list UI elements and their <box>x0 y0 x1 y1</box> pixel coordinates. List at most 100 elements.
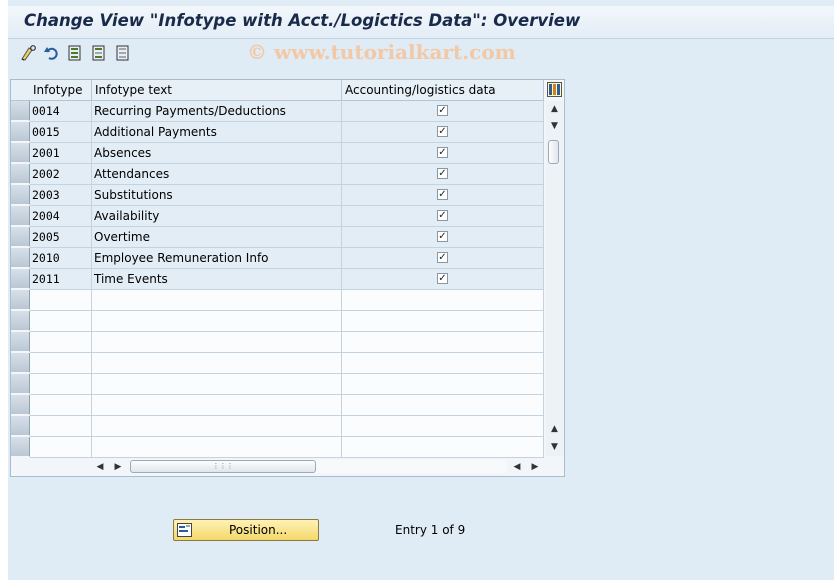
table-row[interactable]: 0015 Additional Payments ✓ <box>11 122 544 143</box>
scroll-up-top-icon[interactable]: ▲ <box>546 101 563 117</box>
table-row[interactable]: 2010 Employee Remuneration Info ✓ <box>11 248 544 269</box>
table-row[interactable] <box>11 374 544 395</box>
row-selector[interactable] <box>11 290 30 310</box>
cell-infotype[interactable] <box>30 290 92 311</box>
cell-infotype[interactable]: 2005 <box>30 227 92 248</box>
scroll-left-icon[interactable]: ◀ <box>93 459 107 475</box>
cell-infotype[interactable]: 0015 <box>30 122 92 143</box>
cell-infotype[interactable] <box>30 353 92 374</box>
table-row[interactable]: 2002 Attendances ✓ <box>11 164 544 185</box>
horizontal-scroll-thumb[interactable]: ⋮⋮⋮ <box>130 460 316 473</box>
cell-infotype-text[interactable] <box>92 437 342 458</box>
accounting-data-checkbox[interactable]: ✓ <box>437 105 448 116</box>
row-selector[interactable] <box>11 206 30 226</box>
cell-infotype-text[interactable]: Attendances <box>92 164 342 185</box>
cell-infotype[interactable]: 2003 <box>30 185 92 206</box>
scroll-up-bottom-icon[interactable]: ▲ <box>546 421 563 437</box>
scroll-down-top-icon[interactable]: ▼ <box>546 118 563 134</box>
cell-infotype[interactable]: 2001 <box>30 143 92 164</box>
select-all-icon[interactable] <box>66 44 84 62</box>
cell-infotype-text[interactable]: Employee Remuneration Info <box>92 248 342 269</box>
cell-infotype-text[interactable]: Recurring Payments/Deductions <box>92 101 342 122</box>
table-row[interactable]: 2001 Absences ✓ <box>11 143 544 164</box>
table-row[interactable] <box>11 416 544 437</box>
edit-glasses-icon[interactable] <box>20 44 38 62</box>
cell-infotype[interactable] <box>30 332 92 353</box>
row-selector[interactable] <box>11 311 30 331</box>
scroll-right-end-icon[interactable]: ▶ <box>528 459 542 475</box>
cell-infotype[interactable]: 2002 <box>30 164 92 185</box>
cell-infotype-text[interactable]: Absences <box>92 143 342 164</box>
cell-infotype-text[interactable]: Overtime <box>92 227 342 248</box>
cell-infotype-text[interactable]: Time Events <box>92 269 342 290</box>
cell-infotype[interactable] <box>30 416 92 437</box>
row-selector-header[interactable] <box>11 80 31 101</box>
row-selector[interactable] <box>11 101 30 121</box>
cell-infotype-text[interactable] <box>92 374 342 395</box>
column-header-infotype[interactable]: Infotype <box>30 80 92 101</box>
row-selector[interactable] <box>11 227 30 247</box>
cell-infotype-text[interactable] <box>92 311 342 332</box>
accounting-data-checkbox[interactable]: ✓ <box>437 126 448 137</box>
table-row[interactable] <box>11 332 544 353</box>
table-row[interactable]: 0014 Recurring Payments/Deductions ✓ <box>11 101 544 122</box>
cell-infotype[interactable]: 0014 <box>30 101 92 122</box>
row-selector[interactable] <box>11 164 30 184</box>
accounting-data-checkbox[interactable]: ✓ <box>437 147 448 158</box>
scroll-left-end-icon[interactable]: ◀ <box>510 459 524 475</box>
position-button[interactable]: Position... <box>173 519 319 541</box>
accounting-data-checkbox[interactable]: ✓ <box>437 189 448 200</box>
row-selector[interactable] <box>11 437 30 457</box>
horizontal-scrollbar[interactable]: ◀ ▶ ⋮⋮⋮ ◀ ▶ <box>93 459 545 475</box>
column-header-infotype-text[interactable]: Infotype text <box>92 80 342 101</box>
cell-infotype-text[interactable] <box>92 290 342 311</box>
row-selector[interactable] <box>11 416 30 436</box>
cell-infotype-text[interactable] <box>92 332 342 353</box>
table-row[interactable] <box>11 311 544 332</box>
cell-infotype[interactable] <box>30 311 92 332</box>
cell-infotype[interactable]: 2004 <box>30 206 92 227</box>
cell-infotype-text[interactable]: Additional Payments <box>92 122 342 143</box>
table-row[interactable]: 2011 Time Events ✓ <box>11 269 544 290</box>
row-selector[interactable] <box>11 374 30 394</box>
deselect-all-icon[interactable] <box>114 44 132 62</box>
table-row[interactable] <box>11 395 544 416</box>
cell-infotype-text[interactable] <box>92 416 342 437</box>
vertical-scroll-thumb[interactable] <box>548 140 559 164</box>
cell-infotype[interactable] <box>30 395 92 416</box>
table-row[interactable]: 2005 Overtime ✓ <box>11 227 544 248</box>
table-row[interactable] <box>11 353 544 374</box>
row-selector[interactable] <box>11 185 30 205</box>
column-header-accounting-logistics[interactable]: Accounting/logistics data <box>342 80 544 101</box>
vertical-scrollbar[interactable]: ▲ ▼ ▲ ▼ <box>546 101 563 456</box>
cell-infotype[interactable] <box>30 437 92 458</box>
cell-infotype[interactable]: 2010 <box>30 248 92 269</box>
row-selector[interactable] <box>11 395 30 415</box>
row-selector[interactable] <box>11 122 30 142</box>
accounting-data-checkbox[interactable]: ✓ <box>437 231 448 242</box>
cell-infotype[interactable] <box>30 374 92 395</box>
cell-infotype-text[interactable] <box>92 395 342 416</box>
accounting-data-checkbox[interactable]: ✓ <box>437 252 448 263</box>
cell-infotype-text[interactable] <box>92 353 342 374</box>
accounting-data-checkbox[interactable]: ✓ <box>437 273 448 284</box>
accounting-data-checkbox[interactable]: ✓ <box>437 168 448 179</box>
row-selector[interactable] <box>11 353 30 373</box>
table-row[interactable]: 2004 Availability ✓ <box>11 206 544 227</box>
column-settings-icon[interactable] <box>547 82 562 97</box>
cell-infotype-text[interactable]: Availability <box>92 206 342 227</box>
select-block-icon[interactable] <box>90 44 108 62</box>
scroll-right-icon[interactable]: ▶ <box>111 459 125 475</box>
table-row[interactable]: 2003 Substitutions ✓ <box>11 185 544 206</box>
table-row[interactable] <box>11 290 544 311</box>
scroll-down-bottom-icon[interactable]: ▼ <box>546 439 563 455</box>
row-selector[interactable] <box>11 143 30 163</box>
row-selector[interactable] <box>11 269 30 289</box>
row-selector[interactable] <box>11 332 30 352</box>
row-selector[interactable] <box>11 248 30 268</box>
table-row[interactable] <box>11 437 544 458</box>
cell-infotype-text[interactable]: Substitutions <box>92 185 342 206</box>
undo-icon[interactable] <box>43 44 61 62</box>
cell-infotype[interactable]: 2011 <box>30 269 92 290</box>
accounting-data-checkbox[interactable]: ✓ <box>437 210 448 221</box>
